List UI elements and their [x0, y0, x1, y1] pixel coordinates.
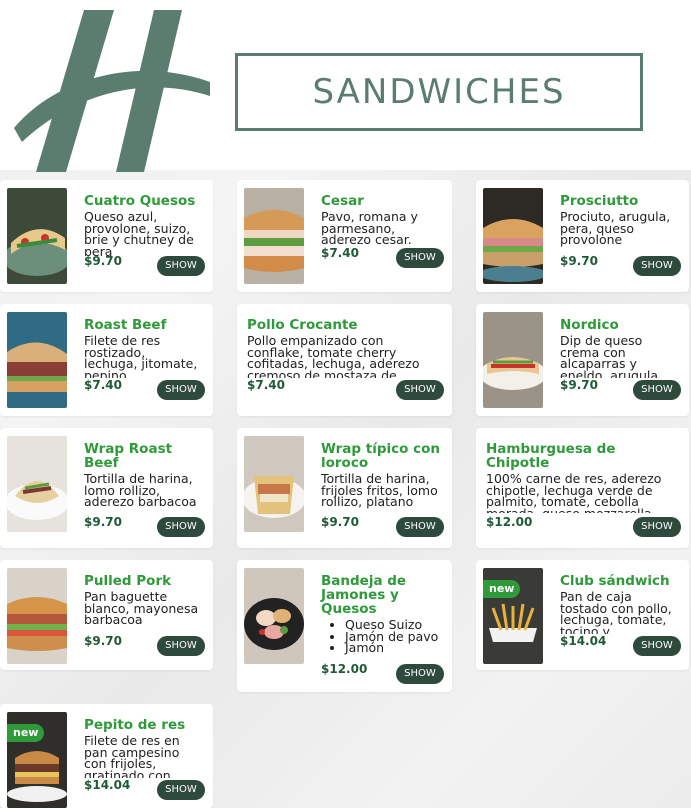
menu-card: Roast Beef Filete de res rostizado, lech… [0, 304, 213, 416]
show-button[interactable]: SHOW [396, 664, 444, 684]
item-description: 100% carne de res, aderezo chipotle, lec… [486, 473, 662, 513]
show-button[interactable]: SHOW [633, 517, 681, 537]
food-image [244, 188, 304, 284]
list-item: Jamón [345, 642, 442, 654]
item-name: Cuatro Quesos [84, 193, 196, 209]
item-description: Queso azul, provolone, suizo, brie y chu… [84, 211, 194, 256]
show-button[interactable]: SHOW [633, 380, 681, 400]
item-price: $14.04 [84, 778, 131, 792]
item-description: Filete de res rostizado, lechuga, jitoma… [84, 335, 198, 378]
menu-card: Nordico Dip de queso crema con alcaparra… [476, 304, 689, 416]
food-image [7, 568, 67, 664]
show-button[interactable]: SHOW [157, 380, 205, 400]
item-name: Pollo Crocante [247, 317, 358, 333]
item-name: Cesar [321, 193, 364, 209]
item-price: $12.00 [486, 515, 533, 529]
food-image [7, 188, 67, 284]
item-name: Wrap Roast Beef [84, 441, 173, 471]
food-image [483, 312, 543, 408]
item-description: Tortilla de harina, lomo rollizo, aderez… [84, 473, 197, 509]
item-price: $9.70 [560, 378, 598, 392]
menu-card: Cesar Pavo, romana y parmesano, aderezo … [237, 180, 452, 292]
item-name: Pepito de res [84, 717, 186, 733]
item-name: Bandeja de Jamones y Quesos [321, 573, 407, 617]
item-price: $14.04 [560, 634, 607, 648]
item-description: Pan de caja tostado con pollo, lechuga, … [560, 591, 672, 634]
new-badge: new [483, 580, 521, 598]
menu-card: Wrap Roast Beef Tortilla de harina, lomo… [0, 428, 213, 548]
show-button[interactable]: SHOW [396, 380, 444, 400]
menu-card: Prosciutto Prociuto, arugula, pera, ques… [476, 180, 689, 292]
item-name: Hamburguesa de Chipotle [486, 441, 616, 471]
menu-card: new Club sándwich Pan de caja tostado co… [476, 560, 689, 670]
hotel-h-logo [14, 10, 214, 172]
item-description: Pavo, romana y parmesano, aderezo cesar. [321, 211, 418, 246]
item-price: $9.70 [560, 254, 598, 268]
item-name: Roast Beef [84, 317, 167, 333]
item-price: $9.70 [321, 515, 359, 529]
menu-card: Cuatro Quesos Queso azul, provolone, sui… [0, 180, 213, 292]
item-price: $7.40 [84, 378, 122, 392]
food-image [7, 312, 67, 408]
item-name: Wrap típico con loroco [321, 441, 441, 471]
new-badge: new [7, 724, 45, 742]
item-price: $9.70 [84, 515, 122, 529]
item-description: Tortilla de harina, frijoles fritos, lom… [321, 473, 438, 509]
food-image [483, 188, 543, 284]
page-header: SANDWICHES [0, 0, 691, 172]
show-button[interactable]: SHOW [396, 248, 444, 268]
show-button[interactable]: SHOW [157, 636, 205, 656]
item-description: Pan baguette blanco, mayonesa barbacoa [84, 591, 199, 627]
food-image [244, 568, 304, 664]
item-description: Dip de queso crema con alcaparras y enel… [560, 335, 659, 378]
food-image [244, 436, 304, 532]
item-description: Pollo empanizado con conflake, tomate ch… [247, 335, 420, 378]
food-image: new [7, 712, 67, 808]
menu-card: Wrap típico con loroco Tortilla de harin… [237, 428, 452, 548]
item-contents-list: Queso Suizo Jamón de pavo Jamón [321, 619, 442, 661]
show-button[interactable]: SHOW [157, 517, 205, 537]
show-button[interactable]: SHOW [396, 517, 444, 537]
menu-card: new Pepito de res Filete de res en pan c… [0, 704, 213, 808]
show-button[interactable]: SHOW [633, 256, 681, 276]
menu-card: Pollo Crocante Pollo empanizado con conf… [237, 304, 452, 416]
item-price: $7.40 [247, 378, 285, 392]
item-price: $7.40 [321, 246, 359, 260]
item-price: $9.70 [84, 254, 122, 268]
show-button[interactable]: SHOW [157, 780, 205, 800]
item-name: Nordico [560, 317, 619, 333]
item-name: Club sándwich [560, 573, 670, 589]
menu-card: Bandeja de Jamones y Quesos Queso Suizo … [237, 560, 452, 692]
menu-card: Pulled Pork Pan baguette blanco, mayones… [0, 560, 213, 670]
item-price: $12.00 [321, 662, 368, 676]
item-name: Pulled Pork [84, 573, 172, 589]
item-description: Prociuto, arugula, pera, queso provolone [560, 211, 671, 247]
page-title: SANDWICHES [312, 72, 566, 112]
food-image: new [483, 568, 543, 664]
menu-card: Hamburguesa de Chipotle 100% carne de re… [476, 428, 689, 548]
item-description: Filete de res en pan campesino con frijo… [84, 735, 180, 778]
show-button[interactable]: SHOW [633, 636, 681, 656]
item-price: $9.70 [84, 634, 122, 648]
section-title-box: SANDWICHES [235, 53, 643, 131]
show-button[interactable]: SHOW [157, 256, 205, 276]
item-name: Prosciutto [560, 193, 639, 209]
food-image [7, 436, 67, 532]
